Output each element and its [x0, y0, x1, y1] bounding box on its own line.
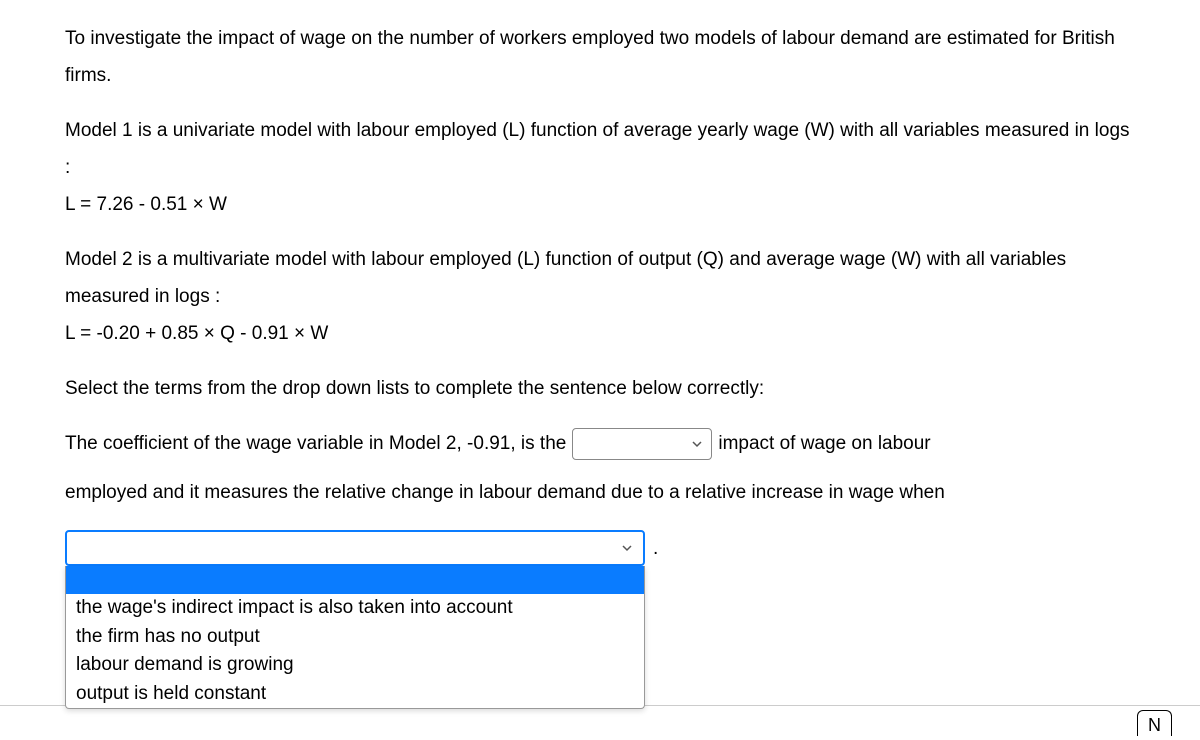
sentence-part-1: The coefficient of the wage variable in …: [65, 425, 566, 462]
sentence-part-3: employed and it measures the relative ch…: [65, 474, 1135, 511]
sentence-part-2: impact of wage on labour: [718, 425, 930, 462]
intro-paragraph: To investigate the impact of wage on the…: [65, 20, 1135, 94]
chevron-down-icon: [621, 542, 633, 554]
chevron-down-icon: [691, 438, 703, 450]
sentence-period: .: [653, 530, 658, 567]
dropdown-condition-options: the wage's indirect impact is also taken…: [65, 566, 645, 709]
model1-description: Model 1 is a univariate model with labou…: [65, 112, 1135, 186]
dropdown-option[interactable]: labour demand is growing: [66, 651, 644, 680]
model2-description: Model 2 is a multivariate model with lab…: [65, 241, 1135, 315]
instruction-text: Select the terms from the drop down list…: [65, 370, 1135, 407]
model1-equation: L = 7.26 - 0.51 × W: [65, 186, 1135, 223]
next-button[interactable]: N: [1137, 710, 1172, 736]
dropdown-option[interactable]: the wage's indirect impact is also taken…: [66, 594, 644, 623]
model2-equation: L = -0.20 + 0.85 × Q - 0.91 × W: [65, 315, 1135, 352]
dropdown-condition[interactable]: [65, 530, 645, 566]
dropdown-option[interactable]: the firm has no output: [66, 623, 644, 652]
dropdown-impact-type[interactable]: [572, 428, 712, 460]
question-body: To investigate the impact of wage on the…: [0, 0, 1200, 567]
dropdown-option-blank[interactable]: [66, 566, 644, 594]
next-button-label: N: [1148, 715, 1161, 736]
dropdown-option[interactable]: output is held constant: [66, 680, 644, 709]
